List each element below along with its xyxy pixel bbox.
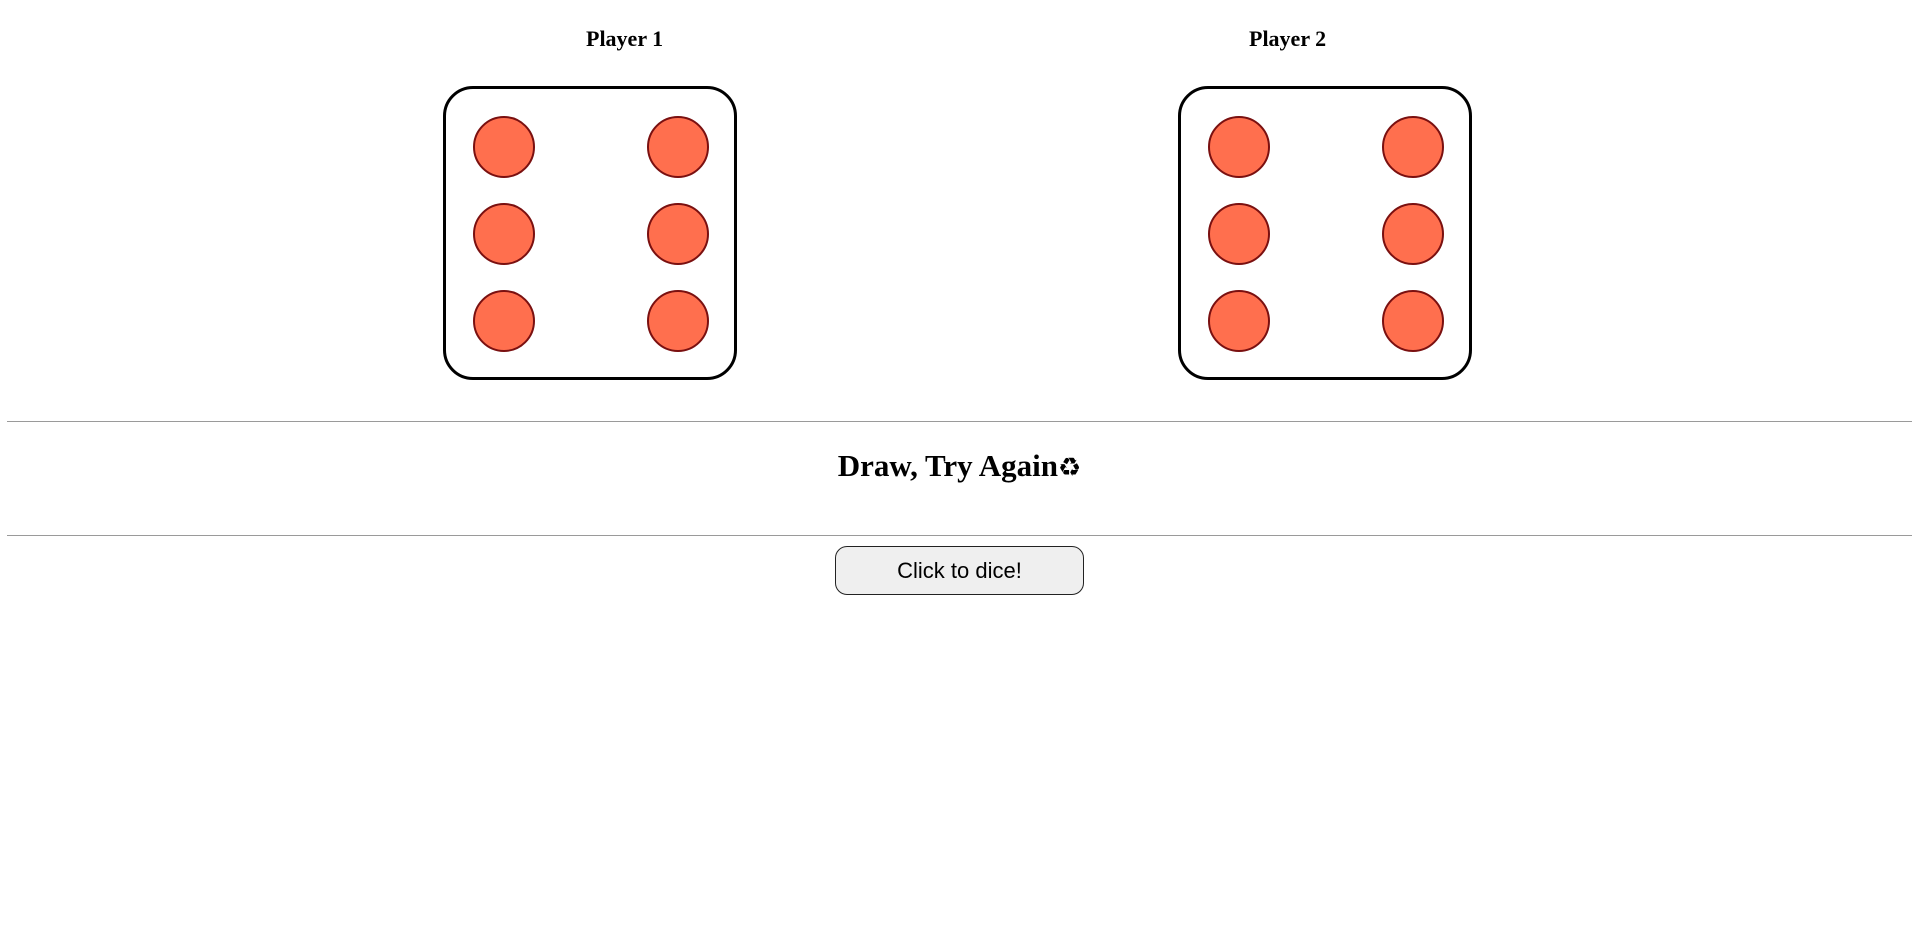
die-pip xyxy=(647,116,709,178)
player-1-die xyxy=(443,86,737,380)
die-pip xyxy=(1382,203,1444,265)
die-pip xyxy=(1382,116,1444,178)
recycle-icon: ♻ xyxy=(1057,453,1082,483)
die-pip xyxy=(473,116,535,178)
result-text: Draw, Try Again xyxy=(837,448,1058,483)
player-2-die xyxy=(1178,86,1472,380)
player-2-title: Player 2 xyxy=(1249,26,1327,51)
die-pip xyxy=(1208,203,1270,265)
result-message: Draw, Try Again♻ xyxy=(0,448,1919,484)
bottom-divider xyxy=(7,535,1912,536)
dice-game-page: Player 1 Player 2 Draw, Try Again♻ Click… xyxy=(0,0,1919,935)
die-pip xyxy=(647,290,709,352)
die-pip xyxy=(1208,116,1270,178)
roll-dice-button[interactable]: Click to dice! xyxy=(835,546,1084,595)
die-pip xyxy=(1208,290,1270,352)
die-pip xyxy=(473,203,535,265)
die-pip xyxy=(473,290,535,352)
die-pip xyxy=(1382,290,1444,352)
top-divider xyxy=(7,421,1912,422)
die-pip xyxy=(647,203,709,265)
player-1-title: Player 1 xyxy=(586,26,664,51)
